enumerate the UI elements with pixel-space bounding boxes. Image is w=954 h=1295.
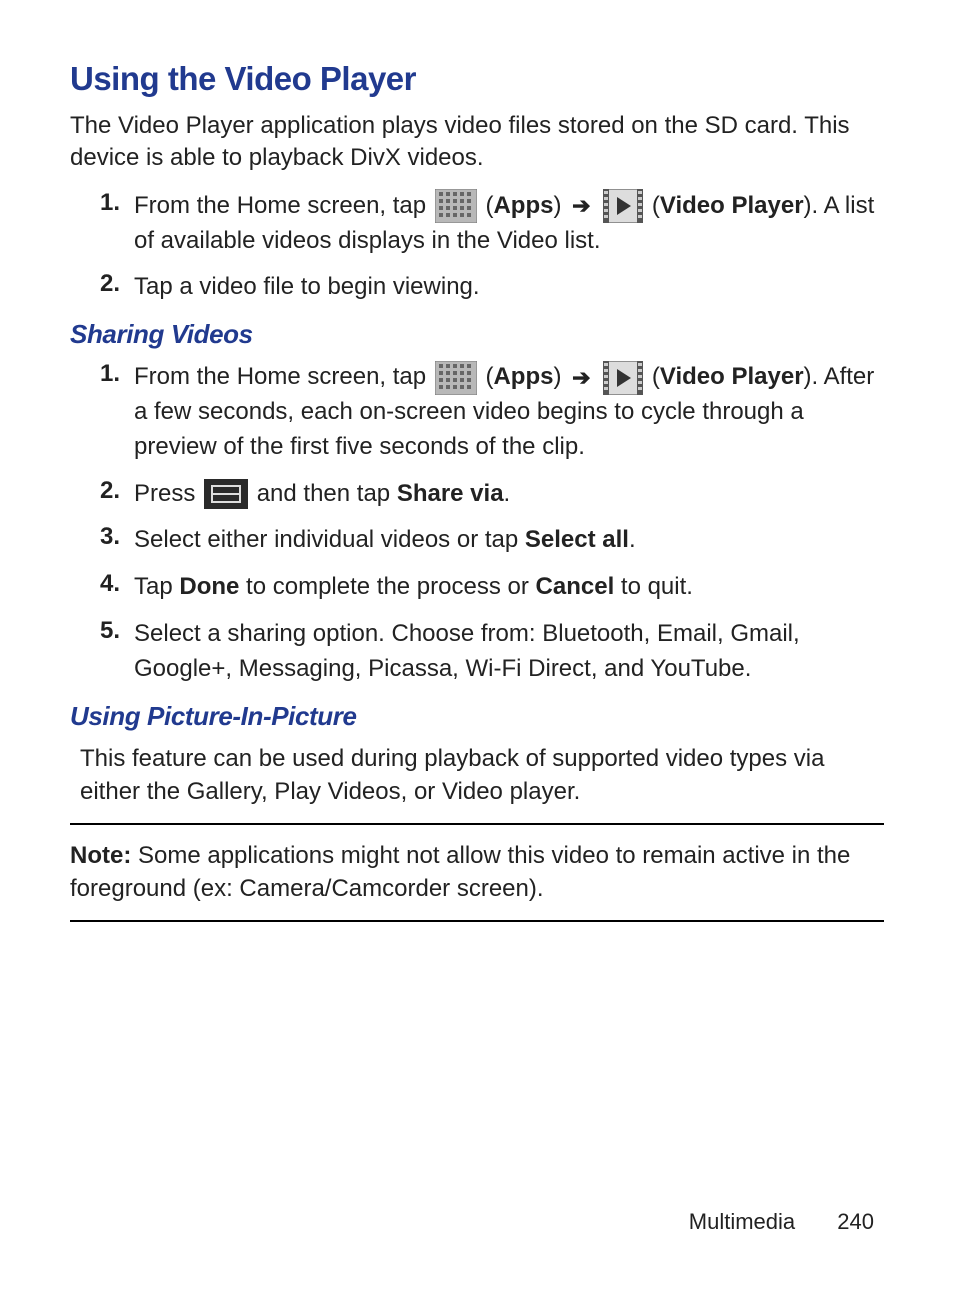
note-box: Note: Some applications might not allow … [70, 823, 884, 922]
note-text: Note: Some applications might not allow … [70, 839, 884, 906]
step-item: 3. Select either individual videos or ta… [100, 523, 884, 558]
step-number: 1. [100, 189, 134, 259]
step-body: Select a sharing option. Choose from: Bl… [134, 617, 884, 687]
step-body: From the Home screen, tap (Apps) ➔ (Vide… [134, 189, 884, 259]
arrow-icon: ➔ [572, 365, 590, 390]
subheading-sharing: Sharing Videos [70, 319, 884, 350]
pip-paragraph: This feature can be used during playback… [80, 742, 884, 809]
step-body: Select either individual videos or tap S… [134, 523, 636, 558]
page: Using the Video Player The Video Player … [0, 0, 954, 1295]
step-item: 2. Tap a video file to begin viewing. [100, 270, 884, 305]
apps-grid-icon [435, 189, 477, 223]
note-label: Note: [70, 842, 131, 869]
step-number: 5. [100, 617, 134, 687]
video-player-icon [603, 189, 643, 223]
steps-sharing: 1. From the Home screen, tap (Apps) ➔ (V… [100, 360, 884, 686]
step-body: From the Home screen, tap (Apps) ➔ (Vide… [134, 360, 884, 464]
step-item: 1. From the Home screen, tap (Apps) ➔ (V… [100, 360, 884, 464]
select-all-label: Select all [525, 526, 629, 553]
cancel-label: Cancel [536, 573, 615, 600]
footer-page-number: 240 [837, 1209, 874, 1234]
video-player-label: Video Player [660, 363, 804, 390]
step-item: 5. Select a sharing option. Choose from:… [100, 617, 884, 687]
step-item: 2. Press and then tap Share via. [100, 477, 884, 512]
page-title: Using the Video Player [70, 60, 884, 98]
video-player-label: Video Player [660, 192, 804, 219]
step-item: 4. Tap Done to complete the process or C… [100, 570, 884, 605]
apps-grid-icon [435, 361, 477, 395]
step-number: 3. [100, 523, 134, 558]
intro-paragraph: The Video Player application plays video… [70, 110, 884, 175]
arrow-icon: ➔ [572, 193, 590, 218]
step-body: Tap Done to complete the process or Canc… [134, 570, 693, 605]
page-footer: Multimedia 240 [689, 1209, 874, 1235]
menu-button-icon [204, 479, 248, 509]
step-number: 1. [100, 360, 134, 464]
step-body: Tap a video file to begin viewing. [134, 270, 480, 305]
steps-main: 1. From the Home screen, tap (Apps) ➔ (V… [100, 189, 884, 305]
step-number: 2. [100, 477, 134, 512]
step-number: 4. [100, 570, 134, 605]
subheading-pip: Using Picture-In-Picture [70, 701, 884, 732]
note-content: Some applications might not allow this v… [70, 842, 850, 903]
video-player-icon [603, 361, 643, 395]
footer-section: Multimedia [689, 1209, 795, 1234]
share-via-label: Share via [397, 480, 504, 507]
apps-label: Apps [493, 363, 553, 390]
done-label: Done [179, 573, 239, 600]
apps-label: Apps [493, 192, 553, 219]
step-number: 2. [100, 270, 134, 305]
step-item: 1. From the Home screen, tap (Apps) ➔ (V… [100, 189, 884, 259]
step-body: Press and then tap Share via. [134, 477, 510, 512]
